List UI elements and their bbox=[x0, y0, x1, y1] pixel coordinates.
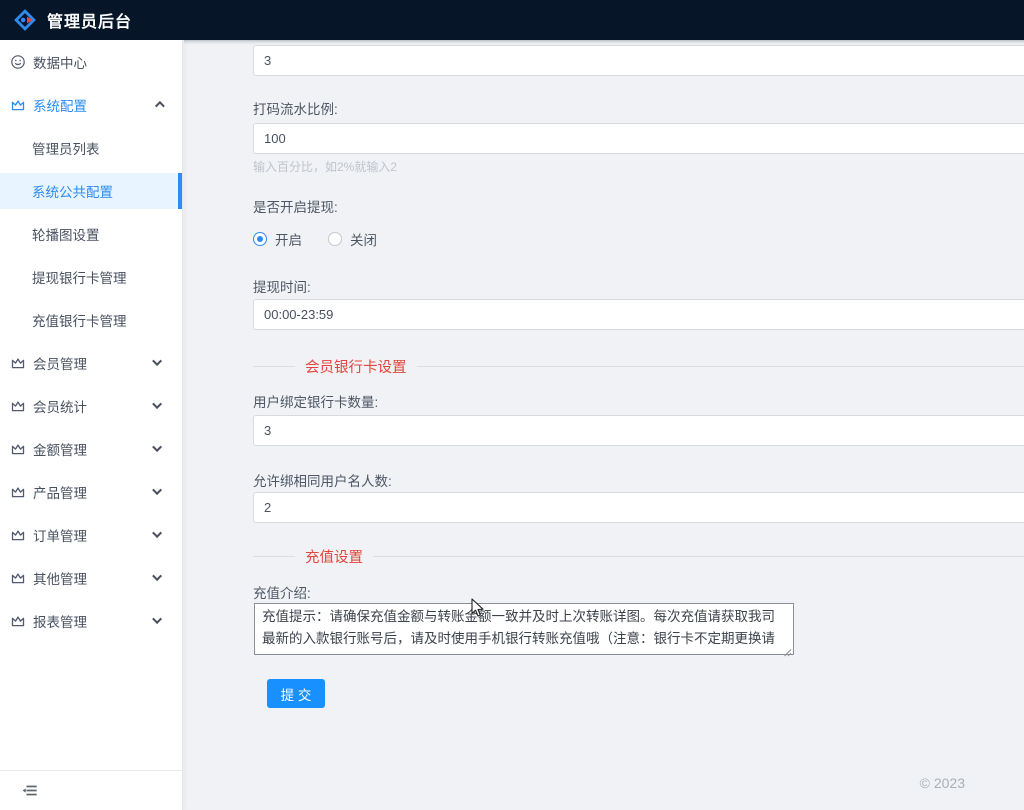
smiley-icon bbox=[10, 54, 26, 70]
submit-button[interactable]: 提 交 bbox=[267, 679, 325, 708]
withdraw-switch-options: 开启 关闭 bbox=[253, 229, 1024, 249]
sidebar-item-label: 会员统计 bbox=[33, 396, 155, 416]
sidebar-subitem-carousel-settings[interactable]: 轮播图设置 bbox=[0, 212, 182, 255]
recharge-intro-label: 充值介绍: bbox=[253, 582, 1024, 602]
submenu-label: 轮播图设置 bbox=[32, 224, 100, 244]
sidebar-item-other-management[interactable]: 其他管理 bbox=[0, 556, 182, 599]
radio-unchecked-icon[interactable] bbox=[328, 232, 342, 246]
admin-app: 管理员后台 数据中心 系统配置 bbox=[0, 0, 1024, 810]
same-name-count-input[interactable] bbox=[253, 492, 1024, 523]
bind-card-count-label: 用户绑定银行卡数量: bbox=[253, 391, 1024, 411]
crown-icon bbox=[10, 355, 26, 371]
withdraw-switch-label: 是否开启提现: bbox=[253, 196, 1024, 216]
chevron-up-icon bbox=[155, 101, 165, 111]
sidebar-subitem-recharge-bankcard[interactable]: 充值银行卡管理 bbox=[0, 298, 182, 341]
sidebar-item-order-management[interactable]: 订单管理 bbox=[0, 513, 182, 556]
submenu-system-config: 管理员列表 系统公共配置 轮播图设置 提现银行卡管理 充值银行卡管理 bbox=[0, 126, 182, 341]
radio-option-on[interactable]: 开启 bbox=[253, 229, 302, 249]
submenu-label: 管理员列表 bbox=[32, 138, 100, 158]
section-title-recharge: 充值设置 bbox=[295, 546, 373, 567]
submenu-label: 系统公共配置 bbox=[32, 181, 113, 201]
sidebar-subitem-system-public-config[interactable]: 系统公共配置 bbox=[0, 173, 182, 209]
sidebar-item-label: 订单管理 bbox=[33, 525, 155, 545]
radio-option-off[interactable]: 关闭 bbox=[328, 229, 377, 249]
copyright-text: © 2023 bbox=[920, 775, 965, 791]
radio-checked-icon[interactable] bbox=[253, 232, 267, 246]
section-divider-recharge: 充值设置 bbox=[253, 556, 1024, 557]
section-title-bankcard: 会员银行卡设置 bbox=[295, 356, 417, 377]
app-title: 管理员后台 bbox=[47, 8, 132, 32]
withdraw-time-input[interactable] bbox=[253, 299, 1024, 330]
sidebar-item-product-management[interactable]: 产品管理 bbox=[0, 470, 182, 513]
top-field-input[interactable] bbox=[253, 45, 1024, 76]
crown-icon bbox=[10, 570, 26, 586]
recharge-intro-field: 充值提示：请确保充值金额与转账金额一致并及时上次转账详图。每次充值请获取我司最新… bbox=[254, 603, 794, 655]
crown-icon bbox=[10, 613, 26, 629]
crown-icon bbox=[10, 527, 26, 543]
dama-ratio-label: 打码流水比例: bbox=[253, 98, 1024, 118]
sidebar-subitem-withdraw-bankcard[interactable]: 提现银行卡管理 bbox=[0, 255, 182, 298]
sidebar-item-report-management[interactable]: 报表管理 bbox=[0, 599, 182, 642]
sidebar-item-amount-management[interactable]: 金额管理 bbox=[0, 427, 182, 470]
sidebar-item-label: 金额管理 bbox=[33, 439, 155, 459]
sidebar-item-system-config[interactable]: 系统配置 bbox=[0, 83, 182, 126]
submenu-label: 充值银行卡管理 bbox=[32, 310, 127, 330]
crown-icon bbox=[10, 398, 26, 414]
main-content: 打码流水比例: 输入百分比，如2%就输入2 是否开启提现: 开启 关闭 提现时间… bbox=[184, 40, 1024, 810]
sidebar-item-label: 产品管理 bbox=[33, 482, 155, 502]
sidebar-item-data-center[interactable]: 数据中心 bbox=[0, 40, 182, 83]
dama-ratio-input[interactable] bbox=[253, 123, 1024, 154]
sidebar-subitem-admin-list[interactable]: 管理员列表 bbox=[0, 126, 182, 169]
radio-label: 开启 bbox=[275, 229, 302, 249]
sidebar-item-label: 数据中心 bbox=[33, 52, 166, 72]
crown-icon bbox=[10, 97, 26, 113]
sidebar-footer bbox=[0, 770, 182, 810]
radio-label: 关闭 bbox=[350, 229, 377, 249]
crown-icon bbox=[10, 441, 26, 457]
sidebar-item-label: 报表管理 bbox=[33, 611, 155, 631]
crown-icon bbox=[10, 484, 26, 500]
sidebar-item-label: 系统配置 bbox=[33, 95, 155, 115]
submenu-label: 提现银行卡管理 bbox=[32, 267, 127, 287]
recharge-intro-textarea[interactable]: 充值提示：请确保充值金额与转账金额一致并及时上次转账详图。每次充值请获取我司最新… bbox=[254, 603, 794, 655]
section-divider-bankcard: 会员银行卡设置 bbox=[253, 366, 1024, 367]
menu-fold-icon[interactable] bbox=[22, 782, 39, 799]
dama-ratio-hint: 输入百分比，如2%就输入2 bbox=[253, 158, 1024, 175]
app-logo-icon bbox=[12, 7, 38, 33]
withdraw-time-label: 提现时间: bbox=[253, 276, 1024, 296]
same-name-count-label: 允许绑相同用户名人数: bbox=[253, 470, 1024, 490]
sidebar-item-member-management[interactable]: 会员管理 bbox=[0, 341, 182, 384]
sidebar-item-member-statistics[interactable]: 会员统计 bbox=[0, 384, 182, 427]
bind-card-count-input[interactable] bbox=[253, 415, 1024, 446]
app-header: 管理员后台 bbox=[0, 0, 1024, 40]
sidebar-item-label: 会员管理 bbox=[33, 353, 155, 373]
sidebar-item-label: 其他管理 bbox=[33, 568, 155, 588]
sidebar: 数据中心 系统配置 管理员列表 系统公共配置 轮播图设置 提现银行卡管理 bbox=[0, 40, 183, 810]
